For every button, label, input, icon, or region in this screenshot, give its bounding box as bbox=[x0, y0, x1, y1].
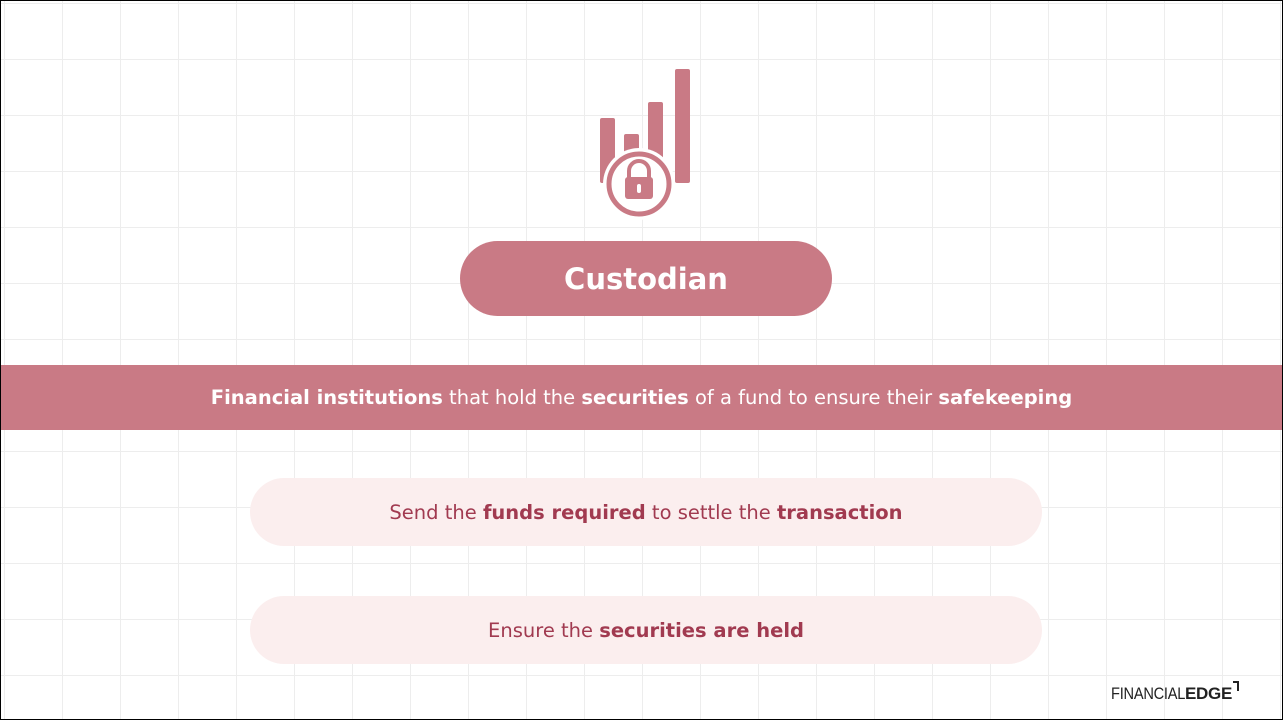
definition-text: of a fund to ensure their bbox=[688, 386, 939, 409]
lock-keyhole-icon bbox=[637, 184, 641, 193]
bar-chart-lock-icon bbox=[584, 67, 696, 223]
page-title: Custodian bbox=[564, 261, 728, 296]
logo-text-financial: FINANCIAL bbox=[1110, 684, 1186, 703]
role-text: securities are held bbox=[599, 618, 804, 642]
logo-text-edge: EDGE bbox=[1185, 684, 1232, 703]
definition-text: securities bbox=[581, 386, 689, 409]
role-item-ensure-securities: Ensure the securities are held bbox=[250, 596, 1042, 664]
definition-text: safekeeping bbox=[938, 386, 1073, 409]
definition-text: that hold the bbox=[442, 386, 582, 409]
definition-text: Financial institutions bbox=[210, 386, 443, 409]
role-text: transaction bbox=[776, 500, 903, 524]
logo-mark-icon bbox=[1233, 681, 1239, 691]
definition-band: Financial institutions that hold the sec… bbox=[1, 365, 1282, 430]
role-text: Ensure the bbox=[488, 618, 600, 642]
financial-edge-logo: FINANCIAL EDGE bbox=[1099, 681, 1239, 704]
title-pill: Custodian bbox=[460, 241, 832, 316]
role-item-send-funds: Send the funds required to settle the tr… bbox=[250, 478, 1042, 546]
chart-bar bbox=[675, 69, 690, 183]
slide: Custodian Financial institutions that ho… bbox=[0, 0, 1283, 720]
role-text: funds required bbox=[482, 500, 646, 524]
role-text: to settle the bbox=[645, 500, 777, 524]
bar-chart-lock-icon-graphic bbox=[600, 69, 690, 220]
role-text: Send the bbox=[389, 500, 483, 524]
